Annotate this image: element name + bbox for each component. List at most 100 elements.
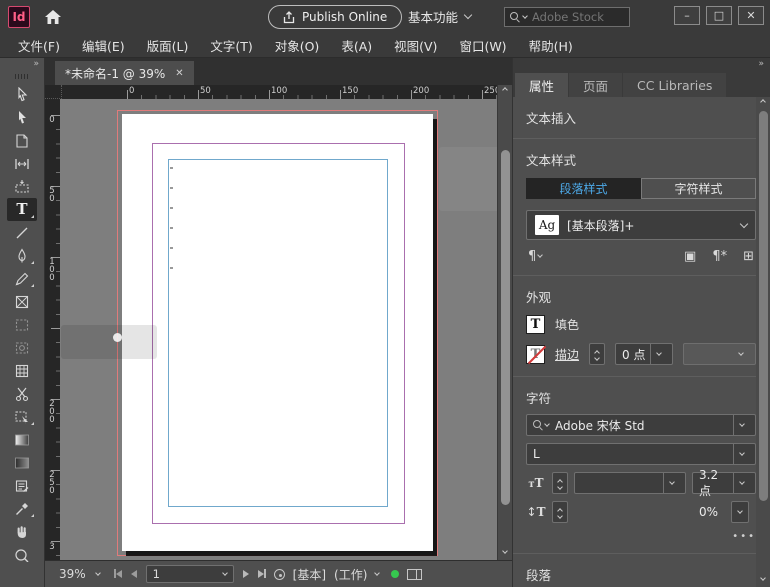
shape-tool[interactable] — [7, 336, 37, 359]
collapse-panel-icon[interactable]: » — [758, 58, 764, 71]
font-size-stepper[interactable] — [552, 472, 568, 494]
rectangle-frame-tool[interactable] — [7, 290, 37, 313]
gradient-swatch-tool[interactable] — [7, 428, 37, 451]
page-number-combo[interactable]: 1 — [146, 565, 234, 583]
zoom-level-value[interactable]: 39% — [59, 567, 86, 581]
content-collector-tool[interactable] — [7, 175, 37, 198]
collapse-panel-icon[interactable]: » — [33, 58, 39, 71]
hand-tool[interactable] — [7, 520, 37, 543]
character-styles-tab[interactable]: 字符样式 — [641, 178, 756, 199]
new-style-icon[interactable]: ⊞ — [743, 249, 754, 264]
note-tool[interactable] — [7, 474, 37, 497]
ruler-label: 200 — [47, 399, 57, 423]
menu-item[interactable]: 文件(F) — [8, 33, 70, 58]
pencil-tool[interactable] — [7, 267, 37, 290]
preflight-icon[interactable] — [274, 569, 285, 580]
ruler-label: 150 — [342, 86, 358, 96]
line-tool[interactable] — [7, 221, 37, 244]
panel-tab[interactable]: 属性 — [515, 73, 568, 97]
menu-item[interactable]: 文字(T) — [200, 33, 262, 58]
ruler-label: 100 — [47, 257, 57, 281]
tab-close-icon[interactable]: ✕ — [175, 68, 183, 79]
kerning-combo[interactable]: 3.2 点 — [692, 472, 756, 494]
gradient-feather-tool[interactable] — [7, 451, 37, 474]
free-transform-tool[interactable] — [7, 405, 37, 428]
direct-selection-tool[interactable] — [7, 106, 37, 129]
ruler-label: 200 — [413, 86, 429, 96]
menu-item[interactable]: 视图(V) — [384, 33, 447, 58]
scroll-up-icon[interactable] — [502, 87, 508, 93]
leading-stepper[interactable] — [552, 501, 568, 523]
ruler-origin-box[interactable] — [45, 85, 62, 99]
rectangle-tool[interactable] — [7, 313, 37, 336]
font-style-combo[interactable]: L — [526, 443, 756, 465]
zoom-tool-icon — [14, 548, 30, 562]
menu-item[interactable]: 对象(O) — [265, 33, 330, 58]
menu-item[interactable]: 版面(L) — [137, 33, 199, 58]
grid-tool[interactable] — [7, 359, 37, 382]
document-tab[interactable]: *未命名-1 @ 39% ✕ — [55, 61, 194, 85]
panel-tab[interactable]: 页面 — [569, 73, 622, 97]
close-button[interactable]: ✕ — [738, 6, 764, 25]
panel-tab[interactable]: CC Libraries — [623, 73, 726, 97]
last-page-button[interactable] — [258, 567, 266, 581]
preflight-panel-icon[interactable] — [407, 569, 422, 580]
stroke-weight-stepper[interactable] — [589, 343, 605, 365]
tracking-combo[interactable]: 0% — [692, 501, 756, 523]
workspace-switcher[interactable]: 基本功能 — [408, 7, 471, 26]
style-sample-icon: Ag — [535, 215, 559, 235]
search-input[interactable] — [530, 9, 612, 25]
font-family-combo[interactable]: Adobe 宋体 Std — [526, 414, 756, 436]
fill-color-swatch[interactable]: T — [526, 315, 545, 334]
menu-item[interactable]: 窗口(W) — [449, 33, 516, 58]
chevron-down-icon — [537, 252, 543, 258]
stroke-weight-combo[interactable]: 0 点 — [615, 343, 673, 365]
eyedropper-tool[interactable] — [7, 497, 37, 520]
stroke-type-combo[interactable] — [683, 343, 756, 365]
scroll-down-icon[interactable] — [502, 548, 508, 554]
canvas-vertical-scrollbar[interactable] — [497, 85, 512, 560]
stroke-color-swatch[interactable]: T — [526, 345, 545, 364]
scrollbar-thumb[interactable] — [759, 111, 768, 501]
minimize-button[interactable]: – — [674, 6, 700, 25]
previous-page-button[interactable] — [131, 567, 137, 581]
toolbar-grip[interactable] — [15, 74, 29, 79]
scroll-down-icon[interactable] — [760, 575, 766, 581]
preflight-profile[interactable]: [基本] — [293, 566, 326, 583]
apply-style-icon[interactable]: ▣ — [684, 249, 696, 264]
next-page-button[interactable] — [243, 567, 249, 581]
clear-overrides-icon[interactable]: ¶* — [712, 249, 727, 264]
zoom-tool[interactable] — [7, 543, 37, 566]
scrollbar-thumb[interactable] — [501, 150, 510, 505]
fill-label[interactable]: 填色 — [555, 316, 579, 333]
paragraph-styles-tab[interactable]: 段落样式 — [526, 178, 641, 199]
pen-tool[interactable] — [7, 244, 37, 267]
vertical-ruler[interactable]: 0 50 100 200 250 3 — [45, 99, 60, 560]
menu-item[interactable]: 帮助(H) — [519, 33, 583, 58]
chevron-down-icon — [740, 219, 748, 227]
selection-tool[interactable] — [7, 83, 37, 106]
paragraph-style-combo[interactable]: Ag [基本段落]+ — [526, 210, 756, 240]
type-tool[interactable]: T — [7, 198, 37, 221]
chevron-down-icon — [222, 570, 228, 576]
more-options-button[interactable]: ••• — [526, 531, 756, 542]
first-page-button[interactable] — [114, 567, 122, 581]
menu-item[interactable]: 编辑(E) — [72, 33, 135, 58]
panel-scrollbar[interactable] — [756, 97, 770, 587]
home-icon[interactable] — [44, 9, 62, 25]
stroke-label[interactable]: 描边 — [555, 346, 579, 363]
page-tool[interactable] — [7, 129, 37, 152]
preflight-chevron-icon[interactable] — [375, 570, 381, 576]
menu-item[interactable]: 表(A) — [331, 33, 382, 58]
paragraph-options-button[interactable]: ¶ — [528, 249, 542, 264]
zoom-level-chevron-icon[interactable] — [95, 570, 101, 576]
gap-tool[interactable] — [7, 152, 37, 175]
gradient-feather-icon — [14, 456, 30, 470]
font-size-combo[interactable] — [574, 472, 686, 494]
horizontal-ruler[interactable]: 0 50 100 150 200 250 — [62, 85, 497, 99]
publish-online-button[interactable]: Publish Online — [268, 5, 402, 29]
scroll-up-icon[interactable] — [760, 99, 766, 105]
adobe-stock-search[interactable] — [504, 7, 630, 27]
maximize-button[interactable]: □ — [706, 6, 732, 25]
scissors-tool[interactable] — [7, 382, 37, 405]
